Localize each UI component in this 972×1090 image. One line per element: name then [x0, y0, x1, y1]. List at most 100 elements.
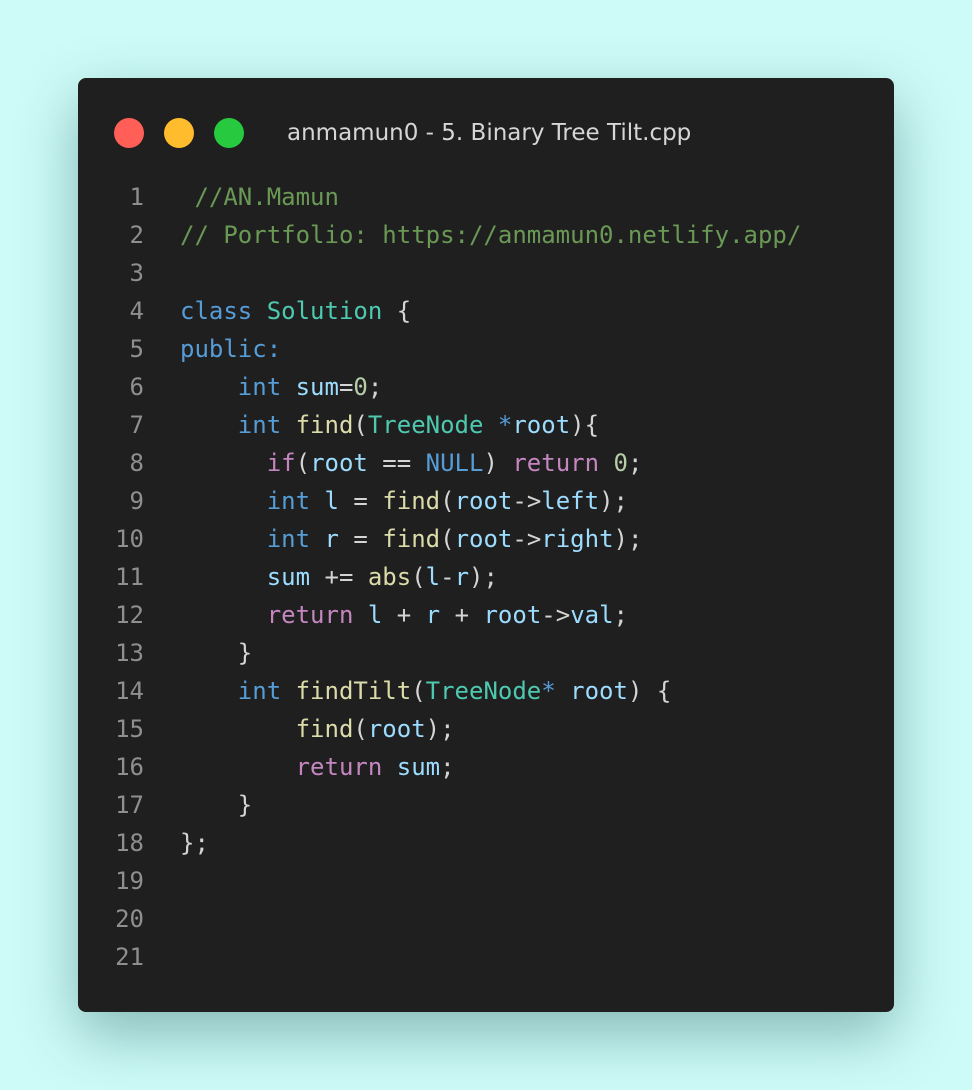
code-token: ( — [353, 715, 368, 743]
line-number: 16 — [115, 753, 144, 781]
line-number: 13 — [115, 639, 144, 667]
code-token: r — [324, 525, 339, 553]
code-token: ){ — [570, 411, 600, 439]
code-text: return l + r + root->val; — [180, 596, 628, 634]
code-token: = — [338, 487, 383, 515]
code-token: ) { — [627, 677, 672, 705]
code-text: if(root == NULL) return 0; — [180, 444, 643, 482]
code-token: class — [180, 297, 253, 325]
code-token: ; — [440, 753, 455, 781]
code-token: ); — [469, 563, 498, 591]
code-token: } — [180, 791, 253, 819]
code-token: int — [237, 373, 282, 401]
code-token: int — [237, 411, 282, 439]
line-number: 12 — [115, 601, 144, 629]
code-token: sum — [396, 753, 441, 781]
code-line: 7 int find(TreeNode *root){ — [78, 406, 894, 444]
code-token: find — [382, 525, 441, 553]
code-token: ) — [483, 449, 513, 477]
line-number: 7 — [129, 411, 144, 439]
line-number: 21 — [115, 943, 144, 971]
line-number: 14 — [115, 677, 144, 705]
code-text: //AN.Mamun — [180, 178, 339, 216]
code-token: root — [512, 411, 571, 439]
code-token: NULL — [425, 449, 484, 477]
code-token: = — [338, 373, 354, 401]
code-token: root — [454, 525, 513, 553]
code-token: return — [512, 449, 600, 477]
code-token: int — [266, 525, 311, 553]
close-button[interactable] — [114, 118, 144, 148]
code-editor: 1 //AN.Mamun 2 // Portfolio: https://anmam… — [78, 178, 894, 976]
code-line: 16 return sum; — [78, 748, 894, 786]
code-token: ( — [440, 487, 455, 515]
code-line: 2 // Portfolio: https://anmamun0.netlify.… — [78, 216, 894, 254]
code-token: 0 — [353, 373, 368, 401]
code-token: l — [324, 487, 339, 515]
code-token: findTilt — [295, 677, 412, 705]
code-line: 11 sum += abs(l-r); — [78, 558, 894, 596]
code-text: // Portfolio: https://anmamun0.netlify.a… — [180, 216, 801, 254]
code-token: TreeNode — [425, 677, 542, 705]
line-number: 11 — [115, 563, 144, 591]
code-token: return — [295, 753, 383, 781]
line-number: 6 — [129, 373, 144, 401]
code-token: ); — [599, 487, 628, 515]
code-token: public: — [180, 335, 282, 363]
code-text: int sum=0; — [180, 368, 383, 406]
code-line: 20 — [78, 900, 894, 938]
line-number: 15 — [115, 715, 144, 743]
code-token: // Portfolio: https://anmamun0.netlify.a… — [180, 221, 802, 249]
code-token: + — [382, 601, 426, 629]
line-number: 1 — [129, 183, 144, 211]
code-token: right — [541, 525, 614, 553]
code-line: 14 int findTilt(TreeNode* root) { — [78, 672, 894, 710]
code-token: return — [266, 601, 354, 629]
minimize-button[interactable] — [164, 118, 194, 148]
title-bar: anmamun0 - 5. Binary Tree Tilt.cpp — [78, 78, 894, 188]
line-number: 18 — [115, 829, 144, 857]
code-token: = — [338, 525, 383, 553]
code-line: 3 — [78, 254, 894, 292]
code-token: val — [570, 601, 614, 629]
code-window: anmamun0 - 5. Binary Tree Tilt.cpp 1 //A… — [78, 78, 894, 1012]
code-token: sum — [266, 563, 311, 591]
zoom-button[interactable] — [214, 118, 244, 148]
code-text: } — [180, 786, 252, 824]
code-token: ( — [411, 677, 426, 705]
code-token: left — [541, 487, 600, 515]
code-token: l — [367, 601, 383, 629]
code-token: find — [382, 487, 441, 515]
code-token: ; — [627, 449, 643, 477]
code-line: 8 if(root == NULL) return 0; — [78, 444, 894, 482]
window-title: anmamun0 - 5. Binary Tree Tilt.cpp — [287, 120, 692, 146]
code-token: + — [440, 601, 484, 629]
code-line: 9 int l = find(root->left); — [78, 482, 894, 520]
code-token: ( — [295, 449, 311, 477]
code-text: } — [180, 634, 252, 672]
code-token: -> — [541, 601, 571, 629]
code-line: 17 } — [78, 786, 894, 824]
code-text: sum += abs(l-r); — [180, 558, 498, 596]
code-token: Solution — [266, 297, 383, 325]
code-text: }; — [180, 824, 209, 862]
code-token: ; — [367, 373, 383, 401]
code-token: root — [310, 449, 368, 477]
code-line: 15 find(root); — [78, 710, 894, 748]
line-number: 9 — [129, 487, 144, 515]
code-line: 5 public: — [78, 330, 894, 368]
